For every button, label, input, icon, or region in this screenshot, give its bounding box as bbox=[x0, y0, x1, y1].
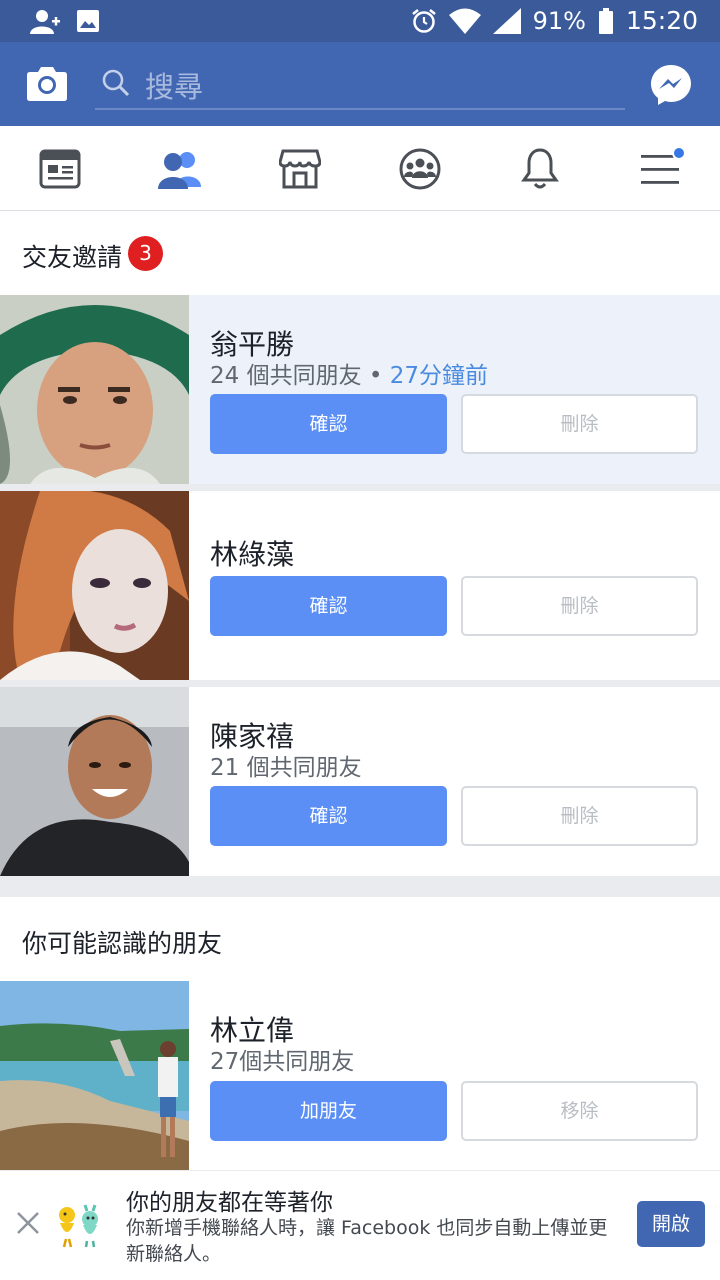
request-time: 27分鐘前 bbox=[389, 363, 489, 389]
battery-icon bbox=[598, 7, 613, 34]
tab-groups[interactable] bbox=[360, 126, 480, 211]
request-mutual-line: 24 個共同朋友 • 27分鐘前 bbox=[210, 356, 488, 390]
tab-notifications[interactable] bbox=[480, 126, 600, 211]
tab-marketplace[interactable] bbox=[240, 126, 360, 211]
confirm-button[interactable]: 確認 bbox=[210, 786, 447, 846]
signal-icon bbox=[492, 7, 521, 34]
search-icon bbox=[102, 69, 130, 97]
tab-friends[interactable] bbox=[120, 126, 240, 211]
remove-button[interactable]: 移除 bbox=[461, 1081, 698, 1141]
clock: 15:20 bbox=[625, 6, 698, 35]
groups-icon bbox=[399, 148, 441, 189]
messenger-icon[interactable] bbox=[650, 64, 692, 106]
profile-photo[interactable] bbox=[0, 491, 189, 680]
enable-button[interactable]: 開啟 bbox=[637, 1201, 705, 1247]
profile-photo[interactable] bbox=[0, 981, 189, 1170]
close-icon[interactable] bbox=[16, 1211, 40, 1235]
friend-request-card: 陳家禧 21 個共同朋友 確認 刪除 bbox=[0, 687, 720, 876]
people-you-may-know-title: 你可能認識的朋友 bbox=[22, 929, 223, 958]
friend-request-card: 翁平勝 24 個共同朋友 • 27分鐘前 確認 刪除 bbox=[0, 295, 720, 484]
mutual-friends-count[interactable]: 21 個共同朋友 bbox=[210, 748, 362, 782]
alarm-icon bbox=[411, 8, 436, 33]
nav-tabs bbox=[0, 126, 720, 211]
status-bar: 91% 15:20 bbox=[0, 0, 720, 42]
bell-icon bbox=[521, 147, 559, 188]
mutual-friends-count[interactable]: 24 個共同朋友 bbox=[210, 363, 362, 389]
request-name[interactable]: 林綠藻 bbox=[210, 533, 294, 573]
tab-menu[interactable] bbox=[600, 126, 720, 211]
news-feed-icon bbox=[39, 149, 81, 188]
profile-photo[interactable] bbox=[0, 687, 189, 876]
confirm-button[interactable]: 確認 bbox=[210, 394, 447, 454]
divider bbox=[0, 680, 720, 687]
delete-button[interactable]: 刪除 bbox=[461, 394, 698, 454]
delete-button[interactable]: 刪除 bbox=[461, 576, 698, 636]
separator-dot: • bbox=[361, 363, 390, 389]
add-contact-icon bbox=[30, 10, 60, 34]
wifi-icon bbox=[448, 8, 481, 34]
requests-count-badge: 3 bbox=[128, 236, 163, 271]
search-placeholder: 搜尋 bbox=[145, 70, 204, 104]
marketplace-icon bbox=[279, 149, 321, 188]
add-friend-button[interactable]: 加朋友 bbox=[210, 1081, 447, 1141]
mascot-illustration-icon bbox=[59, 1204, 98, 1248]
tab-news-feed[interactable] bbox=[0, 126, 120, 211]
delete-button[interactable]: 刪除 bbox=[461, 786, 698, 846]
friend-request-card: 林綠藻 確認 刪除 bbox=[0, 491, 720, 680]
divider bbox=[0, 484, 720, 491]
banner-description: 你新增手機聯絡人時，讓 Facebook 也同步自動上傳並更新聯絡人。 bbox=[126, 1217, 608, 1265]
mutual-friends-count[interactable]: 27個共同朋友 bbox=[210, 1042, 354, 1076]
friends-icon bbox=[158, 151, 201, 189]
camera-icon[interactable] bbox=[26, 64, 68, 102]
battery-percent: 91% bbox=[532, 6, 586, 35]
suggestion-card: 林立偉 27個共同朋友 加朋友 移除 bbox=[0, 981, 720, 1170]
profile-photo[interactable] bbox=[0, 295, 189, 484]
search-input[interactable]: 搜尋 bbox=[95, 62, 625, 110]
image-icon bbox=[77, 10, 99, 32]
confirm-button[interactable]: 確認 bbox=[210, 576, 447, 636]
friend-requests-title: 交友邀請 bbox=[22, 243, 123, 272]
app-header: 搜尋 bbox=[0, 42, 720, 126]
banner-title: 你的朋友都在等著你 bbox=[126, 1190, 333, 1216]
section-divider bbox=[0, 876, 720, 897]
menu-notification-dot bbox=[672, 146, 686, 160]
contacts-upload-banner: 你的朋友都在等著你 你新增手機聯絡人時，讓 Facebook 也同步自動上傳並更… bbox=[0, 1170, 720, 1280]
